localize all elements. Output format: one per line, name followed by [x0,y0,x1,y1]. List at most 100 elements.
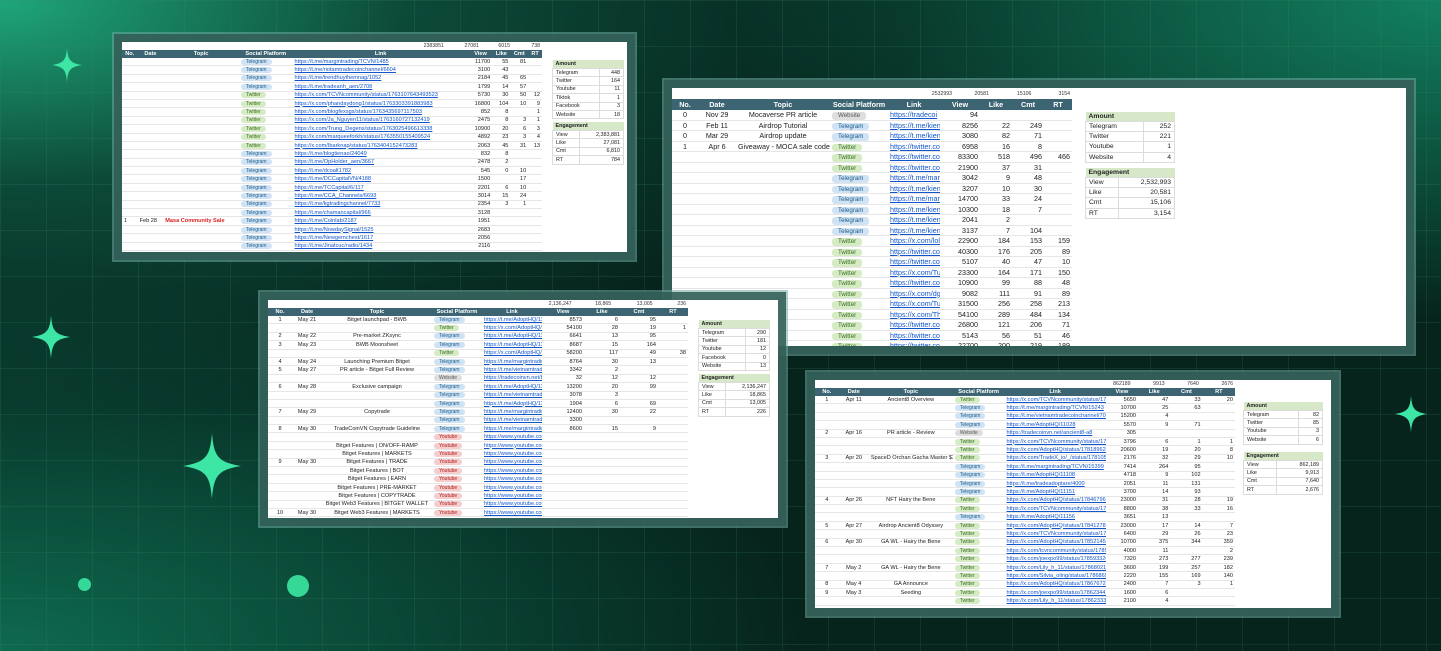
platform-dropdown[interactable]: Telegram [241,167,272,174]
link-cell[interactable]: https://x.com/lol [888,235,940,247]
link-cell[interactable]: https://t.me/tradeadoptare/4000 [1004,479,1106,489]
platform-dropdown[interactable]: Telegram [434,408,465,415]
platform-dropdown[interactable]: Twitter [954,581,980,588]
platform-dropdown[interactable]: Twitter [832,238,863,246]
link-cell[interactable]: https://www.youtube.com/wa [482,432,542,442]
platform-dropdown[interactable]: Telegram [241,192,272,199]
link-cell[interactable]: https://t.me/OpHolder_aen/3667 [292,158,469,168]
platform-dropdown[interactable]: Twitter [832,332,863,340]
platform-dropdown[interactable]: Youtube [434,459,463,466]
platform-dropdown[interactable]: Telegram [832,206,870,214]
platform-dropdown[interactable]: Twitter [954,455,980,462]
link-cell[interactable]: https://t.me/riotamtradecoinchannel/6604 [292,65,469,75]
platform-dropdown[interactable]: Twitter [954,556,980,563]
link-cell[interactable]: https://t.me/kien [888,214,940,226]
platform-dropdown[interactable]: Twitter [954,505,980,512]
link-cell[interactable]: https://x.com/Th [888,309,940,320]
link-cell[interactable]: https://x.com/blogfexsgs/status/17634356… [292,107,469,117]
link-cell[interactable]: https://t.me/vietnamtradeco [482,391,542,400]
link-cell[interactable]: https://t.me/Jinatcuc/radio/1434 [292,242,469,252]
platform-dropdown[interactable]: Twitter [954,547,980,554]
platform-dropdown[interactable]: Website [954,430,983,437]
link-cell[interactable]: https://www.youtube.com/wa [482,466,542,476]
link-cell[interactable]: https://x.com/TCVNcommunity/status/17841… [1004,529,1106,539]
platform-dropdown[interactable]: Twitter [832,143,863,151]
platform-dropdown[interactable]: Twitter [954,589,980,596]
link-cell[interactable]: https://t.me/AdoptHQ/11151 [1004,487,1106,497]
link-cell[interactable]: https://x.com/marqueeforkh/status/176355… [292,133,469,142]
platform-dropdown[interactable]: Telegram [241,234,272,241]
link-cell[interactable]: https://x.com/TCVNcommunity/status/17631… [292,91,469,100]
link-cell[interactable]: https://t.me/AdoptHQ/118 [482,382,542,392]
platform-dropdown[interactable]: Telegram [241,150,272,157]
platform-dropdown[interactable]: Twitter [241,92,266,99]
platform-dropdown[interactable]: Telegram [832,122,870,130]
link-cell[interactable]: https://www.youtube.com/wa [482,441,542,451]
link-cell[interactable]: https://www.youtube.com/wa [482,449,542,459]
link-cell[interactable]: https://t.me/chamancapital/966 [292,208,469,218]
link-cell[interactable]: https://www.youtube.com/wa [482,491,542,501]
platform-dropdown[interactable]: Website [832,112,867,119]
link-cell[interactable]: https://x.com/Tu [888,267,940,278]
link-cell[interactable]: https://t.me/kgtradingchannel/7733 [292,200,469,210]
platform-dropdown[interactable]: Twitter [954,572,980,579]
link-cell[interactable]: https://t.me/kien [888,130,940,142]
platform-dropdown[interactable]: Twitter [954,497,980,504]
platform-dropdown[interactable]: Twitter [832,311,863,319]
platform-dropdown[interactable]: Youtube [434,442,463,449]
link-cell[interactable]: https://t.me/AdoptHQ/11108 [1004,471,1106,480]
link-cell[interactable]: https://t.me/NowdaySignal/1525 [292,225,469,235]
link-cell[interactable]: https://x.com/AdoptHQ/status/17818962142… [1004,445,1106,455]
platform-dropdown[interactable]: Telegram [434,425,465,432]
platform-dropdown[interactable]: Twitter [832,154,863,162]
link-cell[interactable]: https://t.me/Sangamecrest/880 [292,250,469,252]
platform-dropdown[interactable]: Twitter [241,100,266,107]
platform-dropdown[interactable]: Telegram [434,400,465,407]
platform-dropdown[interactable]: Twitter [241,125,266,132]
link-cell[interactable]: https://x.com/tcvncommunity/status/17852… [1004,546,1106,556]
link-cell[interactable]: https://t.me/kien [888,225,940,236]
link-cell[interactable]: https://t.me/trendhuythemnag/1052 [292,74,469,84]
platform-dropdown[interactable]: Telegram [241,83,272,90]
link-cell[interactable]: https://x.com/TradeX_io/_/status/1781057… [1004,454,1106,464]
link-cell[interactable]: https://x.com/joexpo99/status/1786234479… [1004,588,1106,598]
platform-dropdown[interactable]: Twitter [832,259,863,267]
platform-dropdown[interactable]: Twitter [434,325,459,332]
link-cell[interactable]: https://x.com/TCVNcommunity/status/17840… [1004,504,1106,514]
platform-dropdown[interactable]: Twitter [832,290,863,298]
link-cell[interactable]: https://x.com/joexpo99/status/1785933260… [1004,554,1106,564]
link-cell[interactable]: https://t.me/Coinlab/2187 [292,216,469,226]
platform-dropdown[interactable]: Telegram [954,488,986,495]
link-cell[interactable]: https://twitter.co [888,151,940,163]
link-cell[interactable]: https://t.me/mar [888,172,940,184]
platform-dropdown[interactable]: Youtube [434,509,463,516]
link-cell[interactable]: https://twitter.co [888,256,940,268]
link-cell[interactable]: https://www.youtube.com/wa [482,516,542,518]
link-cell[interactable]: https://t.me/TCCapital/6/117 [292,183,469,193]
link-cell[interactable]: https://t.me/margintrading/TCVN/15399 [1004,462,1106,472]
platform-dropdown[interactable]: Twitter [434,350,459,357]
platform-dropdown[interactable]: Telegram [832,185,870,193]
platform-dropdown[interactable]: Website [434,375,462,382]
link-cell[interactable]: https://t.me/dcoalt1782 [292,166,469,176]
link-cell[interactable]: https://t.me/margintrading/TC [482,407,542,417]
link-cell[interactable]: https://x.com/Lily_h_11/status/178623332… [1004,596,1106,606]
link-cell[interactable]: https://x.com/AdoptHQ/status/17852145443… [1004,538,1106,548]
platform-dropdown[interactable]: Telegram [241,209,272,216]
platform-dropdown[interactable]: Telegram [832,175,870,183]
platform-dropdown[interactable]: Telegram [954,405,986,412]
platform-dropdown[interactable]: Youtube [434,467,463,474]
link-cell[interactable]: https://t.me/mar [888,193,940,205]
platform-dropdown[interactable]: Telegram [954,480,986,487]
platform-dropdown[interactable]: Youtube [434,501,463,508]
link-cell[interactable]: https://t.me/Newgemchest/1617 [292,233,469,243]
platform-dropdown[interactable]: Telegram [434,358,465,365]
link-cell[interactable]: https://t.me/AdoptHQ/11156 [1004,512,1106,522]
link-cell[interactable]: https://twitter.co [888,277,940,289]
link-cell[interactable]: https://t.me/vietnamtradeco [482,365,542,375]
platform-dropdown[interactable]: Telegram [832,227,870,235]
platform-dropdown[interactable]: Telegram [241,58,272,65]
link-cell[interactable]: https://t.me/tradeanh_aen/2708 [292,82,469,92]
link-cell[interactable]: https://twitter.co [888,319,940,331]
platform-dropdown[interactable]: Twitter [241,142,266,149]
